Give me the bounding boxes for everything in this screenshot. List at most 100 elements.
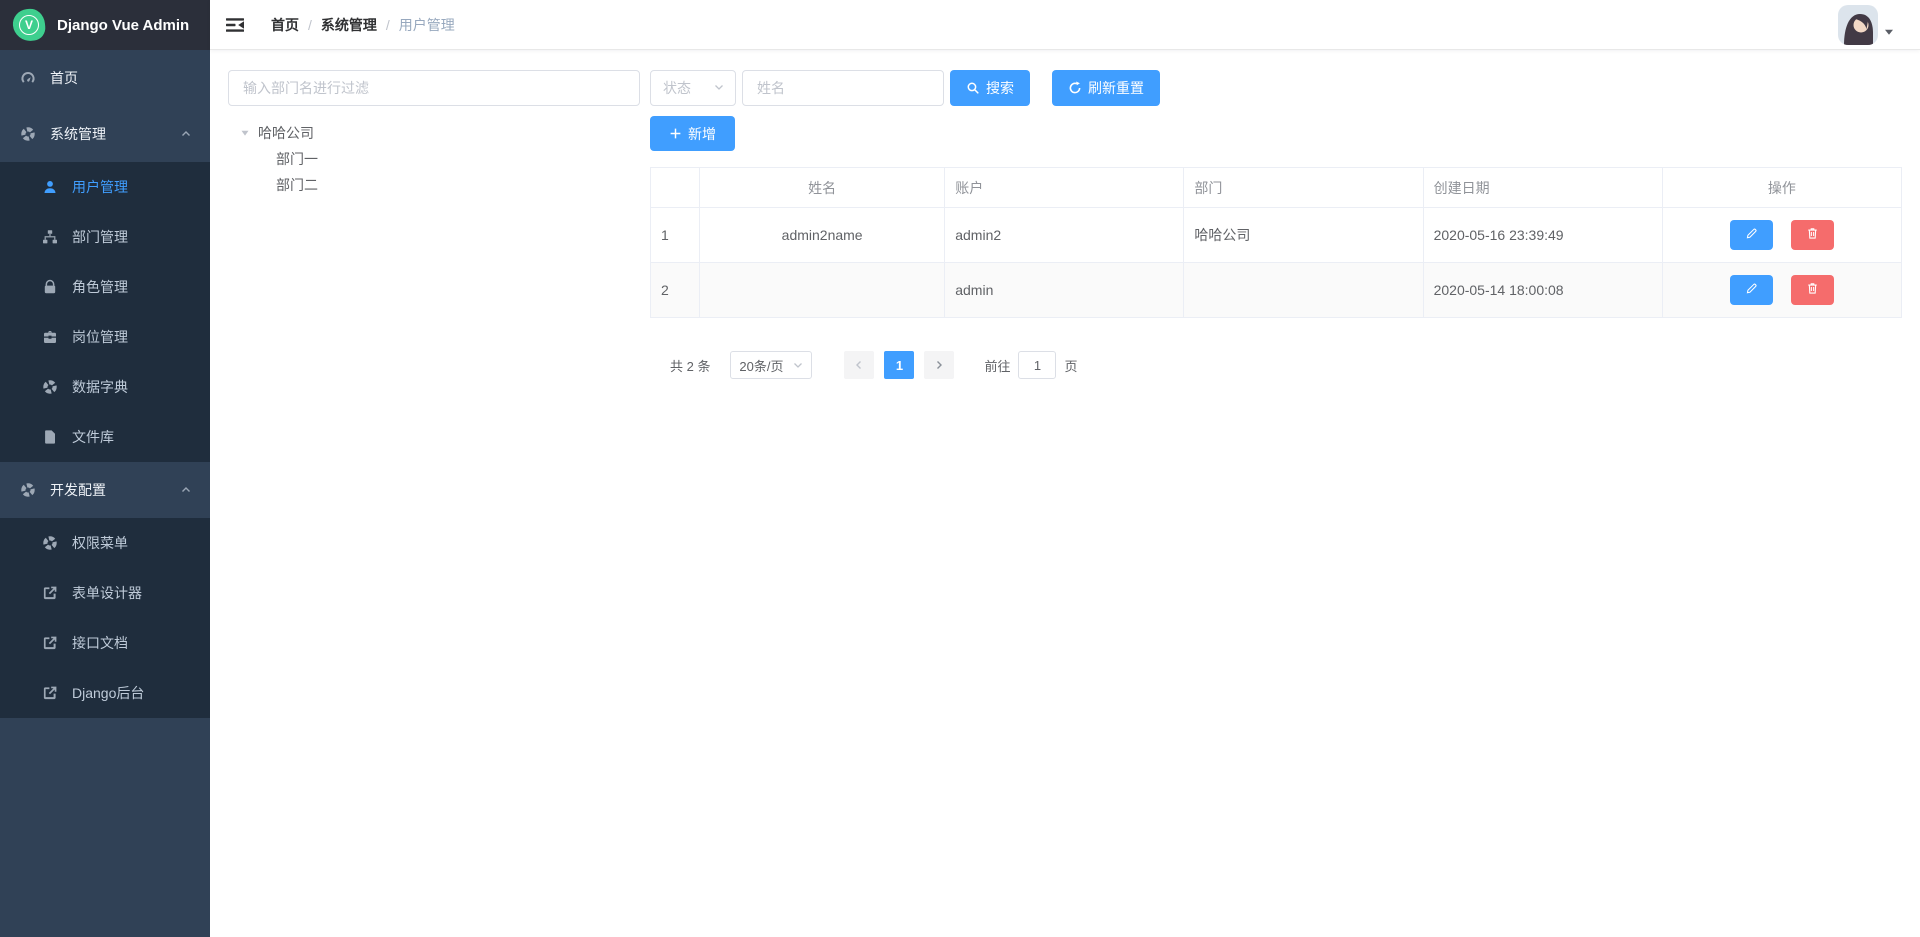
cell-department [1184,263,1423,318]
refresh-reset-button[interactable]: 刷新重置 [1052,70,1160,106]
prev-page-button[interactable] [844,351,874,379]
cell-created: 2020-05-14 18:00:08 [1423,263,1662,318]
cell-index: 1 [651,208,700,263]
external-link-icon [42,635,58,651]
refresh-icon [1068,81,1082,95]
chevron-right-icon [933,359,945,371]
name-filter-input[interactable] [742,70,944,106]
sidebar-item-api-docs[interactable]: 接口文档 [0,618,210,668]
tree-node-child[interactable]: 部门一 [228,146,640,172]
caret-down-icon[interactable] [236,128,254,138]
app-logo[interactable]: V Django Vue Admin [0,0,210,50]
edit-icon [1745,227,1758,243]
delete-button[interactable] [1791,275,1834,305]
document-icon [42,429,58,445]
search-button[interactable]: 搜索 [950,70,1030,106]
plus-icon [669,127,682,140]
sidebar-item-permission-menu[interactable]: 权限菜单 [0,518,210,568]
sidebar-item-department-management[interactable]: 部门管理 [0,212,210,262]
sidebar-item-form-designer[interactable]: 表单设计器 [0,568,210,618]
search-button-label: 搜索 [986,78,1014,98]
reset-button-label: 刷新重置 [1088,78,1144,98]
trash-icon [1806,282,1819,298]
sidebar-item-label: 系统管理 [50,124,106,144]
delete-button[interactable] [1791,220,1834,250]
external-link-icon [42,685,58,701]
sidebar-item-system-management[interactable]: 系统管理 [0,106,210,162]
lock-icon [42,279,58,295]
cell-actions [1662,208,1901,263]
tree-node-root[interactable]: 哈哈公司 [228,120,640,146]
breadcrumb-separator: / [386,17,390,33]
main-area: 首页 / 系统管理 / 用户管理 [210,0,1920,937]
cell-actions [1662,263,1901,318]
sidebar-item-label: 首页 [50,68,78,88]
breadcrumb: 首页 / 系统管理 / 用户管理 [271,15,455,35]
chevron-left-icon [853,359,865,371]
department-tree: 哈哈公司 部门一 部门二 [228,120,640,198]
status-select[interactable]: 状态 [650,70,736,106]
sidebar-item-label: 数据字典 [72,377,128,397]
breadcrumb-item-system[interactable]: 系统管理 [321,15,377,35]
column-header-account: 账户 [945,168,1184,208]
cell-created: 2020-05-16 23:39:49 [1423,208,1662,263]
submenu-system-management: 用户管理 部门管理 角色管理 [0,162,210,462]
sidebar-item-label: Django后台 [72,683,144,703]
goto-page: 前往 页 [984,351,1077,379]
users-table: 姓名 账户 部门 创建日期 操作 1 admin2name admin2 哈哈公 [650,167,1902,318]
edit-button[interactable] [1730,275,1773,305]
goto-page-input[interactable] [1018,351,1056,379]
goto-label: 前往 [984,356,1010,375]
sidebar-item-label: 表单设计器 [72,583,142,603]
sidebar-item-data-dictionary[interactable]: 数据字典 [0,362,210,412]
search-form: 状态 搜索 [650,70,1902,106]
component-icon [42,379,58,395]
next-page-button[interactable] [924,351,954,379]
sidebar-item-user-management[interactable]: 用户管理 [0,162,210,212]
component-icon [20,126,36,142]
pagination-total: 共 2 条 [670,356,710,375]
cell-name: admin2name [700,208,945,263]
sidebar-item-file-library[interactable]: 文件库 [0,412,210,462]
component-icon [42,535,58,551]
sidebar-item-django-admin[interactable]: Django后台 [0,668,210,718]
chevron-down-icon [713,80,725,96]
status-select-placeholder: 状态 [663,78,691,98]
top-navbar: 首页 / 系统管理 / 用户管理 [210,0,1920,50]
sidebar-item-label: 接口文档 [72,633,128,653]
department-filter-input[interactable] [228,70,640,106]
department-panel: 哈哈公司 部门一 部门二 [228,70,640,937]
tree-node-child[interactable]: 部门二 [228,172,640,198]
sidebar-item-home[interactable]: 首页 [0,50,210,106]
sidebar-item-role-management[interactable]: 角色管理 [0,262,210,312]
component-icon [20,482,36,498]
tree-node-label: 部门一 [276,149,318,169]
chevron-up-icon [180,484,192,496]
sidebar-item-label: 岗位管理 [72,327,128,347]
sidebar-item-label: 部门管理 [72,227,128,247]
user-icon [42,179,58,195]
chevron-down-icon [792,359,804,371]
sidebar-item-label: 文件库 [72,427,114,447]
sidebar-item-label: 开发配置 [50,480,106,500]
user-panel: 状态 搜索 [650,70,1902,937]
edit-button[interactable] [1730,220,1773,250]
page-size-select[interactable]: 20条/页 [730,351,812,379]
user-avatar-menu[interactable] [1838,5,1894,45]
cell-index: 2 [651,263,700,318]
add-user-button[interactable]: 新增 [650,116,735,151]
sidebar-toggle-button[interactable] [210,0,260,49]
add-button-label: 新增 [688,124,716,144]
briefcase-icon [42,329,58,345]
app-title: Django Vue Admin [57,17,189,34]
sidebar-item-dev-config[interactable]: 开发配置 [0,462,210,518]
sidebar: V Django Vue Admin 首页 系统管理 [0,0,210,937]
app-root: V Django Vue Admin 首页 系统管理 [0,0,1920,937]
cell-account: admin [945,263,1184,318]
page-content: 哈哈公司 部门一 部门二 状态 [210,50,1920,937]
breadcrumb-item-home[interactable]: 首页 [271,15,299,35]
page-number-current[interactable]: 1 [884,351,914,379]
avatar[interactable] [1838,5,1878,45]
sidebar-item-post-management[interactable]: 岗位管理 [0,312,210,362]
pagination: 共 2 条 20条/页 1 前往 [670,351,1902,379]
